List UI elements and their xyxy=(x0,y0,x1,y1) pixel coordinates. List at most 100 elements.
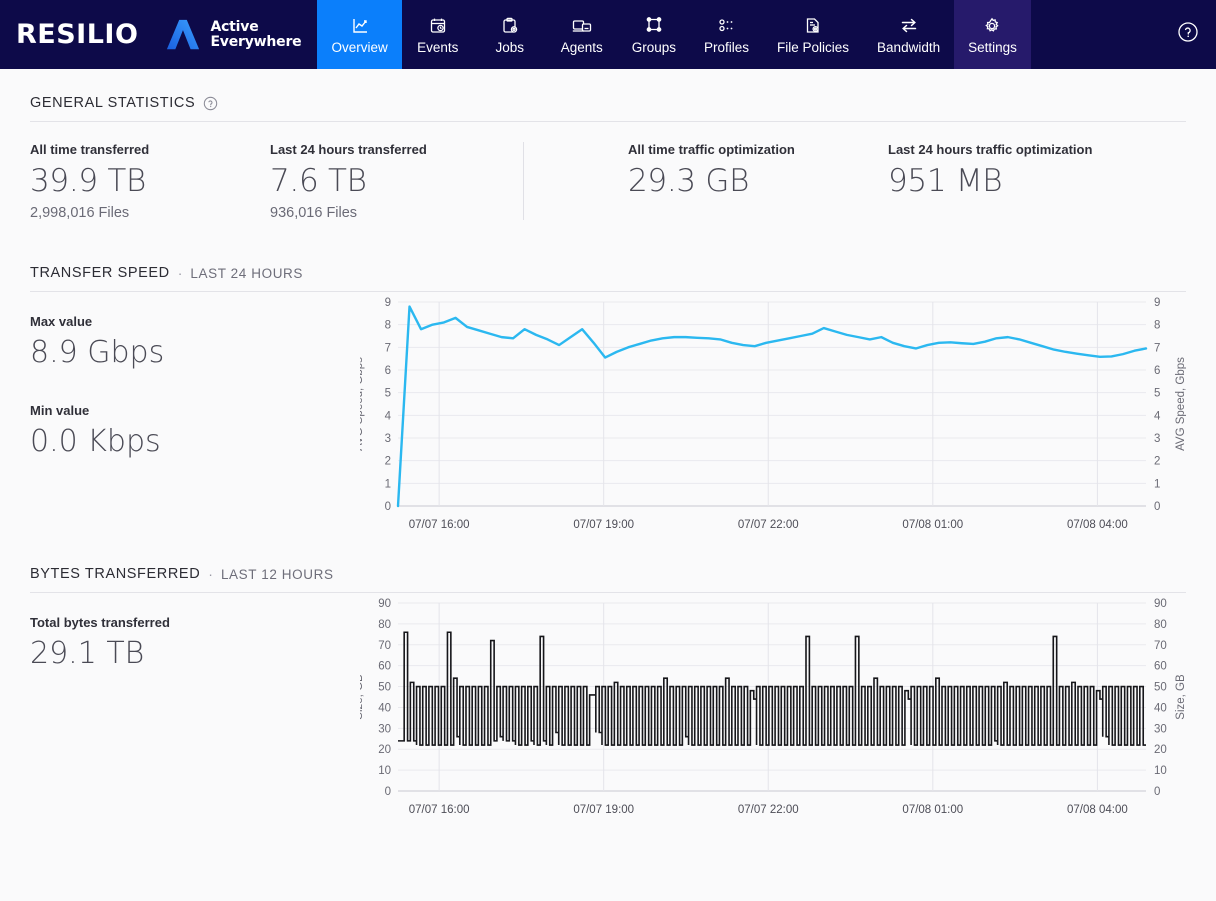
svg-text:8: 8 xyxy=(385,320,391,332)
transfer-speed-chart[interactable]: 0 0 1 1 2 2 3 3 4 4 5 5 6 6 7 7 8 8 9 9 07/07 16:00 07/07 19:… xyxy=(360,292,1186,540)
nav-item-settings[interactable]: Settings xyxy=(954,0,1031,69)
svg-text:60: 60 xyxy=(1154,661,1167,673)
svg-text:30: 30 xyxy=(378,723,391,735)
svg-text:40: 40 xyxy=(378,702,391,714)
svg-text:4: 4 xyxy=(1154,410,1161,422)
svg-text:20: 20 xyxy=(1154,744,1167,756)
svg-text:10: 10 xyxy=(378,765,391,777)
help-circle-icon[interactable] xyxy=(203,96,218,111)
nav-item-label: Profiles xyxy=(704,39,750,55)
nav-item-label: Bandwidth xyxy=(877,39,941,55)
gear-icon xyxy=(983,15,1001,35)
svg-text:07/07 19:00: 07/07 19:00 xyxy=(573,804,634,816)
svg-text:07/07 16:00: 07/07 16:00 xyxy=(409,804,470,816)
svg-text:70: 70 xyxy=(1154,640,1167,652)
help-button[interactable] xyxy=(1160,0,1216,69)
stat-value: 951 MB xyxy=(888,163,1003,199)
svg-text:80: 80 xyxy=(1154,619,1167,631)
clipboard-gear-icon xyxy=(501,15,519,35)
arrows-exchange-icon xyxy=(900,15,918,35)
min-value-label: Min value xyxy=(30,403,90,418)
svg-text:6: 6 xyxy=(385,365,391,377)
svg-text:0: 0 xyxy=(385,501,391,513)
svg-text:5: 5 xyxy=(1154,388,1160,400)
svg-text:3: 3 xyxy=(1154,433,1160,445)
svg-text:07/08 04:00: 07/08 04:00 xyxy=(1067,804,1128,816)
svg-text:Size, GB: Size, GB xyxy=(1175,674,1186,720)
svg-text:Size, GB: Size, GB xyxy=(360,674,365,720)
section-title: TRANSFER SPEED xyxy=(30,265,170,281)
chart-line-in-frame-icon xyxy=(351,15,369,35)
svg-text:0: 0 xyxy=(1154,501,1160,513)
total-bytes-label: Total bytes transferred xyxy=(30,615,170,630)
transfer-speed-side-stats: Max value 8.9 Gbps Min value 0.0 Kbps xyxy=(30,292,360,464)
svg-text:AVG Speed, Gbps: AVG Speed, Gbps xyxy=(1175,357,1186,451)
svg-text:30: 30 xyxy=(1154,723,1167,735)
svg-text:07/07 22:00: 07/07 22:00 xyxy=(738,804,799,816)
nav-item-label: Groups xyxy=(631,39,676,55)
total-bytes-value: 29.1 TB xyxy=(30,636,145,671)
svg-text:2: 2 xyxy=(385,456,391,468)
svg-text:AVG Speed, Gbps: AVG Speed, Gbps xyxy=(360,357,365,451)
svg-text:90: 90 xyxy=(378,598,391,610)
resilio-a-mark-icon xyxy=(164,17,202,53)
nav-item-overview[interactable]: Overview xyxy=(317,0,402,69)
svg-text:07/08 01:00: 07/08 01:00 xyxy=(902,519,963,531)
nav-item-label: File Policies xyxy=(777,39,850,55)
stat-label: All time transferred xyxy=(30,142,150,157)
stat-sub: 2,998,016 Files xyxy=(30,205,130,221)
svg-text:1: 1 xyxy=(385,478,391,490)
bytes-transferred-header: BYTES TRANSFERRED · LAST 12 HOURS xyxy=(30,540,1186,592)
stat-value: 7.6 TB xyxy=(270,163,367,199)
brand-tagline: Active Everywhere xyxy=(210,18,301,50)
brand-name: RESILIO xyxy=(16,19,139,50)
help-circle-icon xyxy=(1177,21,1199,48)
svg-text:9: 9 xyxy=(1154,297,1160,309)
section-subtitle: LAST 24 HOURS xyxy=(190,265,303,281)
nav-item-groups[interactable]: Groups xyxy=(618,0,690,69)
stat-last-24-hours-traffic-optimization: Last 24 hours traffic optimization 951 M… xyxy=(888,142,1148,201)
stat-all-time-transferred: All time transferred 39.9 TB 2,998,016 F… xyxy=(30,142,270,221)
stat-value: 39.9 TB xyxy=(30,163,147,199)
svg-text:50: 50 xyxy=(378,682,391,694)
document-gear-icon xyxy=(804,15,822,35)
devices-icon xyxy=(572,15,592,35)
bytes-transferred-chart[interactable]: 0 0 10 10 20 20 30 30 40 40 50 50 60 60 70 70 80 80 90 90 07… xyxy=(360,593,1186,825)
svg-text:0: 0 xyxy=(385,786,391,798)
svg-text:4: 4 xyxy=(385,410,392,422)
svg-text:5: 5 xyxy=(385,388,391,400)
nav-items: Overview Events Jobs Agents Groups Profi… xyxy=(317,0,1031,69)
general-statistics-row: All time transferred 39.9 TB 2,998,016 F… xyxy=(30,122,1186,239)
svg-text:3: 3 xyxy=(385,433,391,445)
nav-item-jobs[interactable]: Jobs xyxy=(474,0,546,69)
nav-item-events[interactable]: Events xyxy=(402,0,474,69)
stat-last-24-hours-transferred: Last 24 hours transferred 7.6 TB 936,016… xyxy=(270,142,510,221)
nodes-square-icon xyxy=(645,15,663,35)
nav-item-agents[interactable]: Agents xyxy=(546,0,618,69)
calendar-clock-icon xyxy=(429,15,447,35)
nav-item-file-policies[interactable]: File Policies xyxy=(763,0,863,69)
nav-item-bandwidth[interactable]: Bandwidth xyxy=(863,0,954,69)
svg-text:60: 60 xyxy=(378,661,391,673)
svg-text:70: 70 xyxy=(378,640,391,652)
nav-item-label: Events xyxy=(417,39,459,55)
svg-text:0: 0 xyxy=(1154,786,1160,798)
nav-item-profiles[interactable]: Profiles xyxy=(690,0,763,69)
svg-text:80: 80 xyxy=(378,619,391,631)
svg-text:1: 1 xyxy=(1154,478,1160,490)
max-value: 8.9 Gbps xyxy=(30,335,165,370)
svg-text:2: 2 xyxy=(1154,456,1160,468)
svg-text:20: 20 xyxy=(378,744,391,756)
vertical-divider xyxy=(523,142,524,220)
brand-logo[interactable]: RESILIO xyxy=(0,0,142,69)
page-content: GENERAL STATISTICS All time transferred … xyxy=(0,69,1216,825)
svg-text:07/07 16:00: 07/07 16:00 xyxy=(409,519,470,531)
stat-all-time-traffic-optimization: All time traffic optimization 29.3 GB xyxy=(628,142,888,201)
svg-text:9: 9 xyxy=(385,297,391,309)
brand-tagline-line1: Active xyxy=(210,18,259,35)
svg-text:7: 7 xyxy=(1154,342,1160,354)
svg-text:07/07 22:00: 07/07 22:00 xyxy=(738,519,799,531)
svg-text:07/08 04:00: 07/08 04:00 xyxy=(1067,519,1128,531)
min-value: 0.0 Kbps xyxy=(30,424,161,459)
